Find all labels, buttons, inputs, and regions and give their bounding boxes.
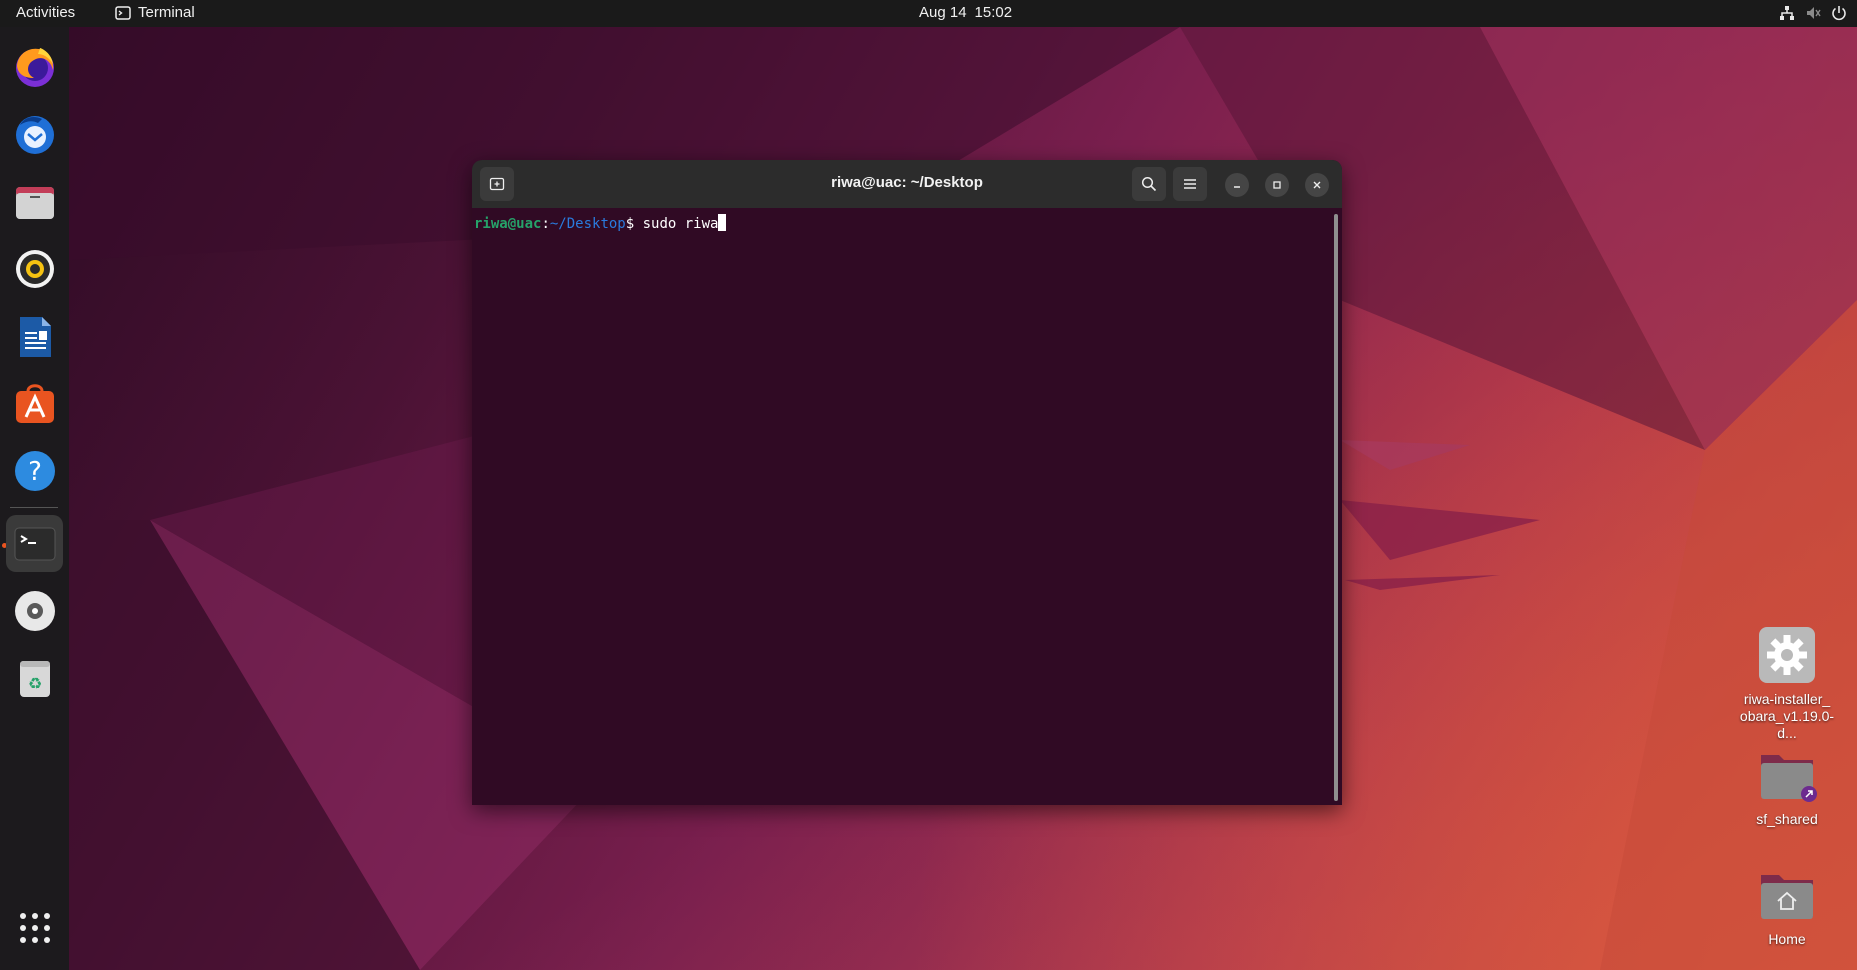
dock-help[interactable]: ? (6, 442, 63, 499)
thunderbird-icon (15, 115, 54, 154)
show-apps-button[interactable] (6, 899, 63, 956)
dock-trash[interactable]: ♻ (6, 649, 63, 706)
svg-text:♻: ♻ (27, 674, 41, 693)
help-icon: ? (14, 450, 55, 491)
clock[interactable]: Aug 14 15:02 (919, 4, 1012, 21)
close-button[interactable] (1305, 173, 1329, 197)
svg-text:?: ? (28, 457, 42, 487)
system-tray[interactable] (1779, 5, 1847, 21)
menu-button[interactable] (1173, 167, 1207, 201)
maximize-button[interactable] (1265, 173, 1289, 197)
search-button[interactable] (1132, 167, 1166, 201)
dock-firefox[interactable] (6, 38, 63, 95)
app-menu[interactable]: Terminal (115, 4, 195, 21)
terminal-icon (14, 527, 55, 560)
top-bar: Activities Terminal Aug 14 15:02 (0, 0, 1857, 27)
terminal-title: riwa@uac: ~/Desktop (831, 174, 983, 191)
close-icon (1313, 181, 1321, 189)
command-text: sudo riwa (634, 216, 719, 232)
terminal-window[interactable]: riwa@uac: ~/Desktop riwa@uac:~/Desktop$ … (472, 160, 1342, 805)
text-cursor (718, 214, 727, 231)
maximize-icon (1273, 181, 1281, 189)
minimize-icon (1234, 186, 1240, 188)
dock-terminal[interactable] (6, 515, 63, 572)
power-icon[interactable] (1831, 5, 1847, 21)
minimize-button[interactable] (1225, 173, 1249, 197)
hamburger-icon (1184, 179, 1196, 189)
rhythmbox-icon (15, 249, 54, 288)
clock-time: 15:02 (974, 4, 1013, 21)
prompt-symbol: $ (625, 216, 635, 232)
files-icon (15, 186, 54, 219)
disc-icon (14, 590, 55, 631)
writer-icon (19, 316, 51, 357)
prompt-user: riwa@uac (474, 216, 542, 232)
app-center-icon (15, 383, 54, 423)
clock-date: Aug 14 (919, 4, 967, 21)
trash-icon: ♻ (19, 660, 50, 697)
desktop-icon-home[interactable]: Home (1732, 865, 1842, 948)
desktop-icon-sf-shared[interactable]: sf_shared (1732, 745, 1842, 828)
dock-rhythmbox[interactable] (6, 240, 63, 297)
dock-disc[interactable] (6, 582, 63, 639)
dock-writer[interactable] (6, 308, 63, 365)
terminal-output[interactable]: riwa@uac:~/Desktop$ sudo riwa (472, 208, 1342, 805)
search-icon (1141, 176, 1157, 192)
desktop-icon-label: Home (1768, 931, 1806, 947)
terminal-header[interactable]: riwa@uac: ~/Desktop (472, 160, 1342, 208)
prompt-path: ~/Desktop (549, 216, 626, 232)
desktop-icon-label: sf_shared (1756, 811, 1818, 827)
dock-files[interactable] (6, 173, 63, 230)
app-grid-icon (19, 912, 50, 943)
home-folder-icon (1761, 875, 1813, 919)
scrollbar[interactable] (1334, 214, 1338, 801)
dock: ? ♻ (0, 27, 69, 970)
dock-app-center[interactable] (6, 375, 63, 432)
volume-muted-icon[interactable] (1805, 5, 1821, 21)
gear-icon (1759, 627, 1815, 683)
desktop-icon-installer[interactable]: riwa-installer_ obara_v1.19.0-d... (1732, 625, 1842, 742)
dock-thunderbird[interactable] (6, 105, 63, 162)
dock-separator (10, 507, 58, 508)
app-menu-label: Terminal (138, 4, 195, 21)
firefox-icon (15, 47, 54, 87)
terminal-small-icon (115, 5, 131, 20)
activities-button[interactable]: Activities (16, 4, 75, 21)
network-icon[interactable] (1779, 5, 1795, 21)
prompt-separator: : (541, 216, 550, 232)
desktop-icon-label: riwa-installer_ obara_v1.19.0-d... (1739, 691, 1835, 741)
folder-link-icon (1761, 755, 1817, 802)
